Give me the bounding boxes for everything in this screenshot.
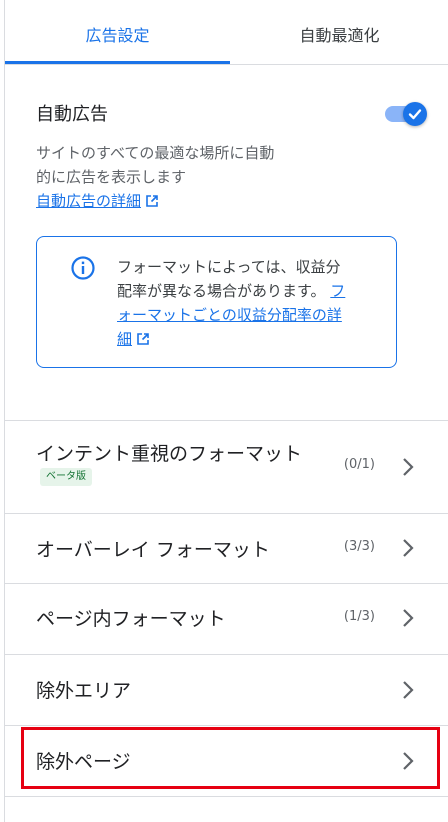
auto-ads-toggle[interactable]	[383, 102, 431, 126]
revenue-share-link[interactable]: フ	[330, 282, 345, 300]
row-overlay-formats[interactable]: オーバーレイ フォーマット (3/3)	[5, 514, 448, 583]
open-in-new-icon	[136, 329, 150, 353]
row-in-page-formats[interactable]: ページ内フォーマット (1/3)	[5, 584, 448, 654]
revenue-share-link[interactable]: ォーマットごとの収益分配率の詳	[117, 303, 387, 327]
divider	[5, 796, 448, 797]
row-count: (1/3)	[343, 609, 375, 624]
info-text: フォーマットによっては、収益分 配率が異なる場合があります。 フ ォーマットごと…	[117, 255, 387, 353]
tab-bar: 広告設定 自動最適化	[5, 0, 448, 65]
info-text-line: フォーマットによっては、収益分	[117, 258, 341, 276]
row-count: (0/1)	[343, 457, 375, 472]
chevron-right-icon	[403, 458, 414, 476]
row-label: ページ内フォーマット	[36, 608, 226, 630]
revenue-share-link[interactable]: 細	[117, 330, 132, 348]
row-intent-formats[interactable]: インテント重視のフォーマット ベータ版 (0/1)	[5, 421, 448, 513]
auto-ads-description: サイトのすべての最適な場所に自動 的に広告を表示します 自動広告の詳細	[36, 141, 336, 215]
chevron-right-icon	[403, 539, 414, 557]
toggle-knob	[403, 102, 427, 126]
row-count: (3/3)	[343, 539, 375, 554]
row-label: インテント重視のフォーマット	[36, 443, 303, 465]
highlight-box	[21, 727, 440, 789]
chevron-right-icon	[403, 681, 414, 699]
row-excluded-areas[interactable]: 除外エリア	[5, 655, 448, 725]
info-text-line: 配率が異なる場合があります。	[117, 282, 326, 300]
auto-ads-details-link[interactable]: 自動広告の詳細	[36, 192, 141, 210]
beta-badge: ベータ版	[40, 468, 92, 486]
info-box: フォーマットによっては、収益分 配率が異なる場合があります。 フ ォーマットごと…	[36, 236, 397, 368]
auto-ads-title: 自動広告	[36, 104, 108, 125]
row-label: 除外エリア	[36, 680, 132, 702]
open-in-new-icon	[145, 191, 159, 215]
row-label: オーバーレイ フォーマット	[36, 539, 270, 561]
tab-auto-optimize[interactable]: 自動最適化	[230, 0, 448, 64]
settings-panel: 広告設定 自動最適化 自動広告 サイトのすべての最適な場所に自動 的に広告を表示…	[4, 0, 448, 822]
check-icon	[408, 109, 422, 120]
chevron-right-icon	[403, 609, 414, 627]
active-tab-indicator	[5, 61, 230, 64]
tab-ad-settings[interactable]: 広告設定	[5, 0, 230, 64]
info-icon	[70, 255, 96, 285]
description-line: サイトのすべての最適な場所に自動	[36, 144, 275, 162]
description-line: 的に広告を表示します	[36, 168, 187, 186]
